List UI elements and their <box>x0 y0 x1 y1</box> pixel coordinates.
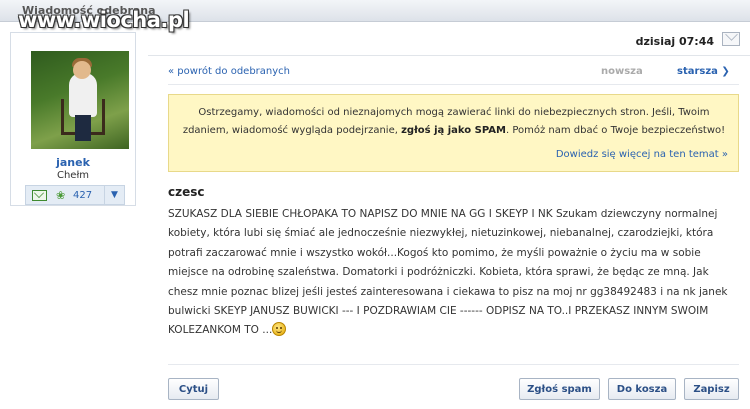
save-button[interactable]: Zapisz <box>684 378 739 400</box>
friends-icon[interactable]: ❀ <box>56 189 70 202</box>
sender-city: Chełm <box>56 170 90 181</box>
mail-icon[interactable] <box>32 190 47 201</box>
learn-more-link[interactable]: Dowiedz się więcej na ten temat » <box>556 149 728 160</box>
report-spam-button[interactable]: Zgłoś spam <box>519 378 600 400</box>
sender-username[interactable]: janek <box>11 156 135 169</box>
avatar[interactable] <box>31 51 129 149</box>
older-message-link[interactable]: starsza ❯ <box>677 66 730 77</box>
avatar-person <box>69 73 97 117</box>
nav-divider <box>168 84 739 85</box>
back-to-inbox-link[interactable]: « powrót do odebranych <box>168 66 290 77</box>
message-body-text: SZUKASZ DLA SIEBIE CHŁOPAKA TO NAPISZ DO… <box>168 208 728 337</box>
sender-card: janek Chełm ❀ 427 ▼ <box>10 32 136 206</box>
message-date: dzisiaj 07:44 <box>635 35 714 48</box>
chevron-down-icon[interactable]: ▼ <box>104 186 124 204</box>
avatar-legs <box>75 115 91 141</box>
message-body: SZUKASZ DLA SIEBIE CHŁOPAKA TO NAPISZ DO… <box>168 205 728 341</box>
message-subject: czesc <box>168 185 205 199</box>
site-watermark: www.wiocha.pl <box>18 8 190 32</box>
report-spam-inline-link[interactable]: zgłoś ją jako SPAM <box>401 125 506 136</box>
footer-divider <box>168 364 739 365</box>
quote-reply-button[interactable]: Cytuj <box>168 378 219 400</box>
envelope-icon <box>722 32 740 46</box>
avatar-head <box>73 61 91 79</box>
header-divider <box>148 55 750 56</box>
move-to-trash-button[interactable]: Do kosza <box>608 378 676 400</box>
smiley-icon <box>272 322 287 337</box>
newer-message-link: nowsza <box>601 66 643 77</box>
sender-actions-bar: ❀ 427 ▼ <box>25 185 125 205</box>
spam-warning-box: Ostrzegamy, wiadomości od nieznajomych m… <box>168 94 739 172</box>
warning-text: Ostrzegamy, wiadomości od nieznajomych m… <box>182 107 726 136</box>
friends-count[interactable]: 427 <box>73 190 92 201</box>
